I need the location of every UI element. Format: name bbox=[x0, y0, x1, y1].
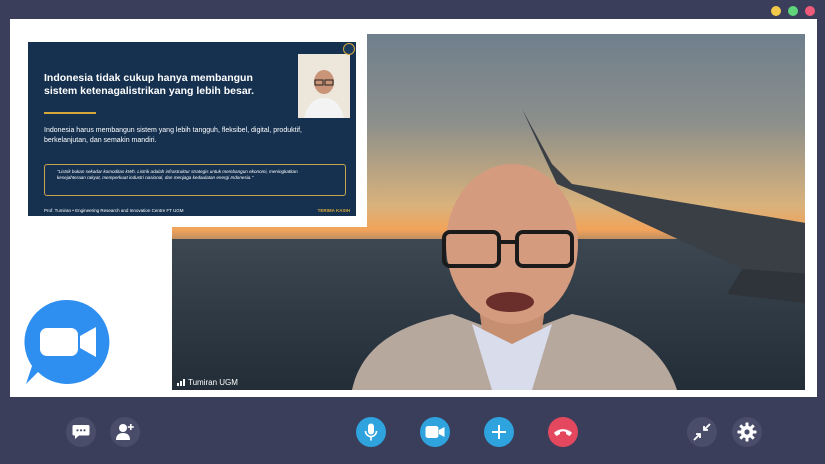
chat-button[interactable] bbox=[66, 417, 96, 447]
maximize-window-button[interactable] bbox=[788, 6, 798, 16]
collapse-arrows-icon bbox=[693, 423, 711, 441]
plus-button[interactable] bbox=[484, 417, 514, 447]
slide-footer: Prof. Tumiran • Engineering Research and… bbox=[44, 208, 184, 213]
shared-slide-panel[interactable]: Indonesia tidak cukup hanya membangun si… bbox=[10, 34, 367, 227]
minimize-view-button[interactable] bbox=[687, 417, 717, 447]
chat-icon bbox=[72, 425, 90, 439]
signal-strength-icon bbox=[177, 379, 185, 386]
slide-thanks: TERIMA KASIH bbox=[317, 208, 350, 213]
end-call-icon bbox=[554, 429, 572, 436]
settings-button[interactable] bbox=[732, 417, 762, 447]
zoom-logo-icon bbox=[24, 299, 110, 384]
slide-quote: "Listrik bukan sekadar komoditas kWh. Li… bbox=[57, 169, 298, 181]
close-window-button[interactable] bbox=[805, 6, 815, 16]
participant-name: Tumiran UGM bbox=[188, 378, 238, 387]
participant-name-tag: Tumiran UGM bbox=[177, 378, 238, 387]
add-user-icon bbox=[116, 424, 134, 440]
slide-body: Indonesia harus membangun sistem yang le… bbox=[44, 127, 302, 144]
slide-quote-box: "Listrik bukan sekadar komoditas kWh. Li… bbox=[44, 164, 346, 196]
end-call-button[interactable] bbox=[548, 417, 578, 447]
microphone-button[interactable] bbox=[356, 417, 386, 447]
speaker-figure bbox=[352, 164, 677, 390]
microphone-icon bbox=[364, 423, 378, 441]
gear-icon bbox=[737, 422, 757, 442]
university-logo bbox=[343, 43, 355, 55]
presentation-slide: Indonesia tidak cukup hanya membangun si… bbox=[28, 42, 356, 216]
slide-title: Indonesia tidak cukup hanya membangun si… bbox=[44, 72, 255, 97]
slide-divider bbox=[44, 112, 96, 114]
add-participant-button[interactable] bbox=[110, 417, 140, 447]
plus-icon bbox=[492, 425, 506, 439]
video-button[interactable] bbox=[420, 417, 450, 447]
video-camera-icon bbox=[425, 426, 445, 438]
slide-speaker-photo bbox=[298, 54, 350, 118]
minimize-window-button[interactable] bbox=[771, 6, 781, 16]
window-controls bbox=[771, 6, 815, 16]
